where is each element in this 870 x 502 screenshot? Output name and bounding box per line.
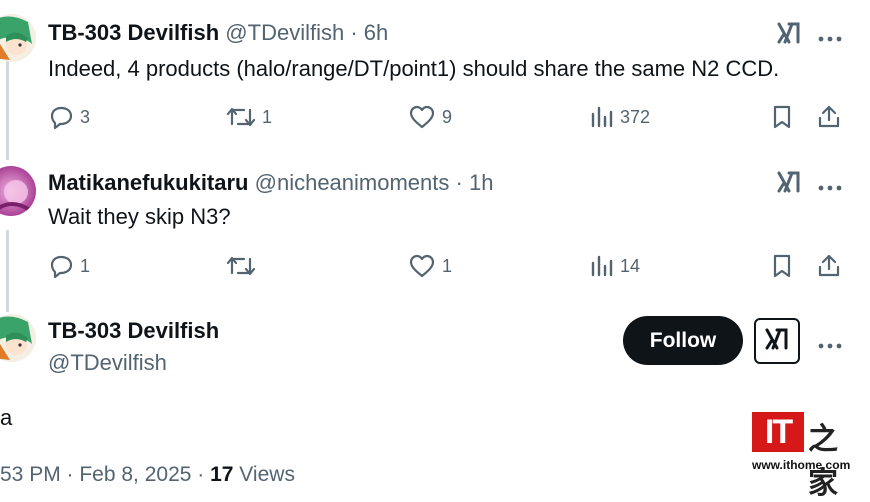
view-count: 17 <box>210 463 234 486</box>
reply-icon <box>48 104 74 130</box>
grok-icon <box>764 326 790 357</box>
grok-icon[interactable] <box>776 20 802 51</box>
avatar[interactable] <box>0 314 36 362</box>
user-handle[interactable]: @nicheanimoments <box>255 170 450 195</box>
timestamp[interactable]: 1h <box>469 170 493 195</box>
tweet-text: Indeed, 4 products (halo/range/DT/point1… <box>48 56 780 81</box>
follow-button[interactable]: Follow <box>623 316 743 365</box>
repost-icon <box>226 104 256 130</box>
bookmark-icon <box>770 253 794 279</box>
post-timestamp[interactable]: 53 PM · Feb 8, 2025 · <box>0 463 210 486</box>
views-button[interactable]: 372 <box>590 104 650 130</box>
repost-icon <box>226 253 256 279</box>
tweet-actions: 1 1 14 <box>48 253 848 283</box>
watermark-logo: IT <box>752 412 804 452</box>
tweet-header: TB-303 Devilfish @TDevilfish · 6h <box>48 20 388 46</box>
like-count: 9 <box>442 106 453 127</box>
tweet-actions: 3 1 9 372 <box>48 104 848 134</box>
share-icon <box>816 104 842 130</box>
views-count: 372 <box>620 106 651 127</box>
share-icon <box>816 253 842 279</box>
thread-line-2 <box>6 230 9 312</box>
more-icon[interactable] <box>818 337 842 355</box>
display-name[interactable]: TB-303 Devilfish <box>48 318 219 344</box>
heart-icon <box>408 104 436 130</box>
heart-icon <box>408 253 436 279</box>
reply-count: 1 <box>80 255 91 276</box>
timestamp[interactable]: 6h <box>364 20 388 45</box>
bookmark-button[interactable] <box>770 104 794 130</box>
analytics-icon <box>590 104 614 130</box>
post-meta: 53 PM · Feb 8, 2025 · 17 Views <box>0 463 295 487</box>
avatar[interactable] <box>0 14 36 62</box>
views-button[interactable]: 14 <box>590 253 640 279</box>
more-icon[interactable] <box>818 30 842 48</box>
reply-button[interactable]: 3 <box>48 104 90 130</box>
user-handle[interactable]: @TDevilfish <box>48 350 167 376</box>
reply-count: 3 <box>80 106 91 127</box>
like-button[interactable]: 1 <box>408 253 452 279</box>
user-handle[interactable]: @TDevilfish <box>225 20 344 45</box>
analytics-icon <box>590 253 614 279</box>
reply-icon <box>48 253 74 279</box>
bookmark-icon <box>770 104 794 130</box>
avatar[interactable] <box>0 166 36 216</box>
grok-icon[interactable] <box>776 169 802 200</box>
tweet-header: Matikanefukukitaru @nicheanimoments · 1h <box>48 170 493 196</box>
views-label: Views <box>233 463 295 486</box>
repost-button[interactable] <box>226 253 262 279</box>
grok-button[interactable] <box>754 318 800 364</box>
watermark-url: www.ithome.com <box>752 458 851 472</box>
separator: · <box>455 170 463 195</box>
share-button[interactable] <box>816 253 842 279</box>
like-button[interactable]: 9 <box>408 104 452 130</box>
post-text: a <box>0 405 13 430</box>
repost-count: 1 <box>262 106 273 127</box>
display-name[interactable]: Matikanefukukitaru <box>48 170 249 195</box>
display-name[interactable]: TB-303 Devilfish <box>48 20 219 45</box>
tweet-text: Wait they skip N3? <box>48 204 231 229</box>
thread-line-1 <box>6 60 9 160</box>
repost-button[interactable]: 1 <box>226 104 272 130</box>
reply-button[interactable]: 1 <box>48 253 90 279</box>
views-count: 14 <box>620 255 641 276</box>
more-icon[interactable] <box>818 179 842 197</box>
ithome-watermark: IT 之家 www.ithome.com <box>752 412 856 501</box>
share-button[interactable] <box>816 104 842 130</box>
like-count: 1 <box>442 255 453 276</box>
separator: · <box>350 20 358 45</box>
bookmark-button[interactable] <box>770 253 794 279</box>
